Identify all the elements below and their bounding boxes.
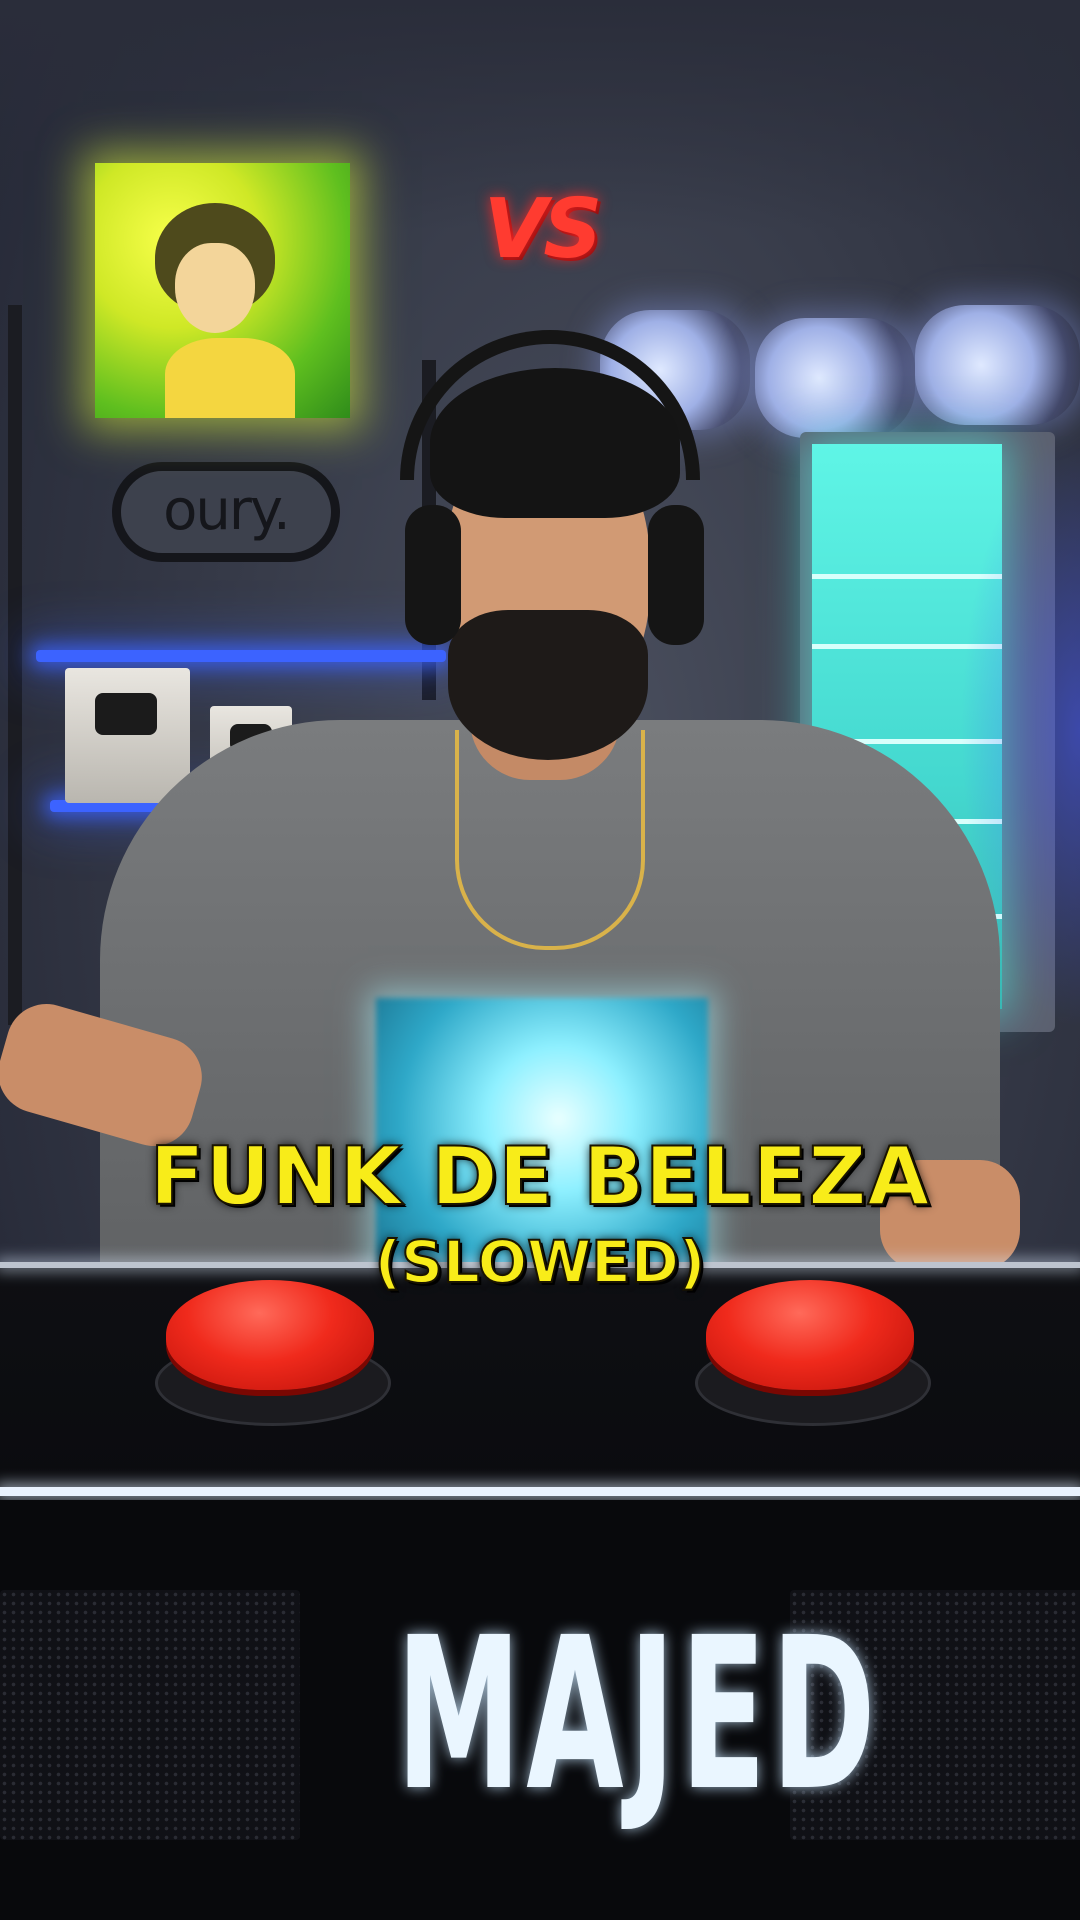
desk-brand-sign: MAJED: [396, 1592, 881, 1837]
headphone-cup-right: [648, 505, 704, 645]
song-subtitle-caption: (SLOWED): [374, 1227, 707, 1297]
video-frame: oury. VS MAJED FUNK DE BELEZA (SLOWED): [0, 0, 1080, 1920]
desk-light-strip-front: [0, 1487, 1080, 1496]
buzzer-button-left[interactable]: [166, 1280, 374, 1390]
song-title-caption: FUNK DE BELEZA: [149, 1129, 931, 1224]
speaker-grill-left: [0, 1590, 300, 1840]
headphone-cup-left: [405, 505, 461, 645]
gold-chain: [455, 730, 645, 950]
hair: [430, 368, 680, 518]
buzzer-button-right[interactable]: [706, 1280, 914, 1390]
